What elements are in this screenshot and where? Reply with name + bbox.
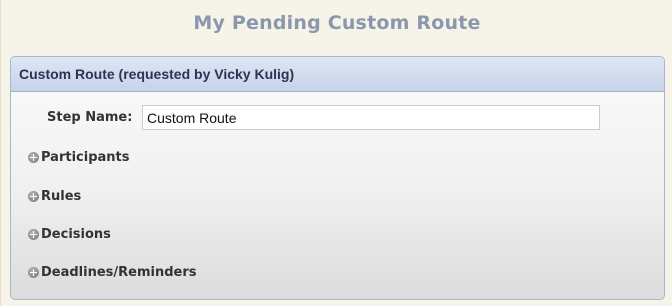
section-decisions[interactable]: Decisions [28, 224, 111, 244]
section-deadlines-reminders[interactable]: Deadlines/Reminders [28, 262, 197, 282]
step-name-input[interactable] [142, 105, 600, 130]
section-label: Deadlines/Reminders [41, 264, 197, 280]
expand-plus-icon[interactable] [28, 228, 39, 240]
page-title: My Pending Custom Route [193, 12, 481, 34]
expand-plus-icon[interactable] [28, 266, 39, 278]
expand-plus-icon[interactable] [28, 190, 39, 202]
section-participants[interactable]: Participants [28, 147, 129, 167]
section-label: Rules [41, 188, 82, 204]
step-name-label: Step Name: [47, 110, 133, 125]
panel-header: Custom Route (requested by Vicky Kulig) [11, 57, 664, 92]
section-label: Decisions [41, 226, 111, 242]
page: My Pending Custom Route Custom Route (re… [0, 0, 672, 306]
custom-route-panel: Custom Route (requested by Vicky Kulig) … [10, 56, 665, 300]
expand-plus-icon[interactable] [28, 151, 39, 163]
section-label: Participants [41, 149, 130, 165]
step-name-row: Step Name: [11, 105, 664, 131]
section-rules[interactable]: Rules [28, 186, 81, 206]
